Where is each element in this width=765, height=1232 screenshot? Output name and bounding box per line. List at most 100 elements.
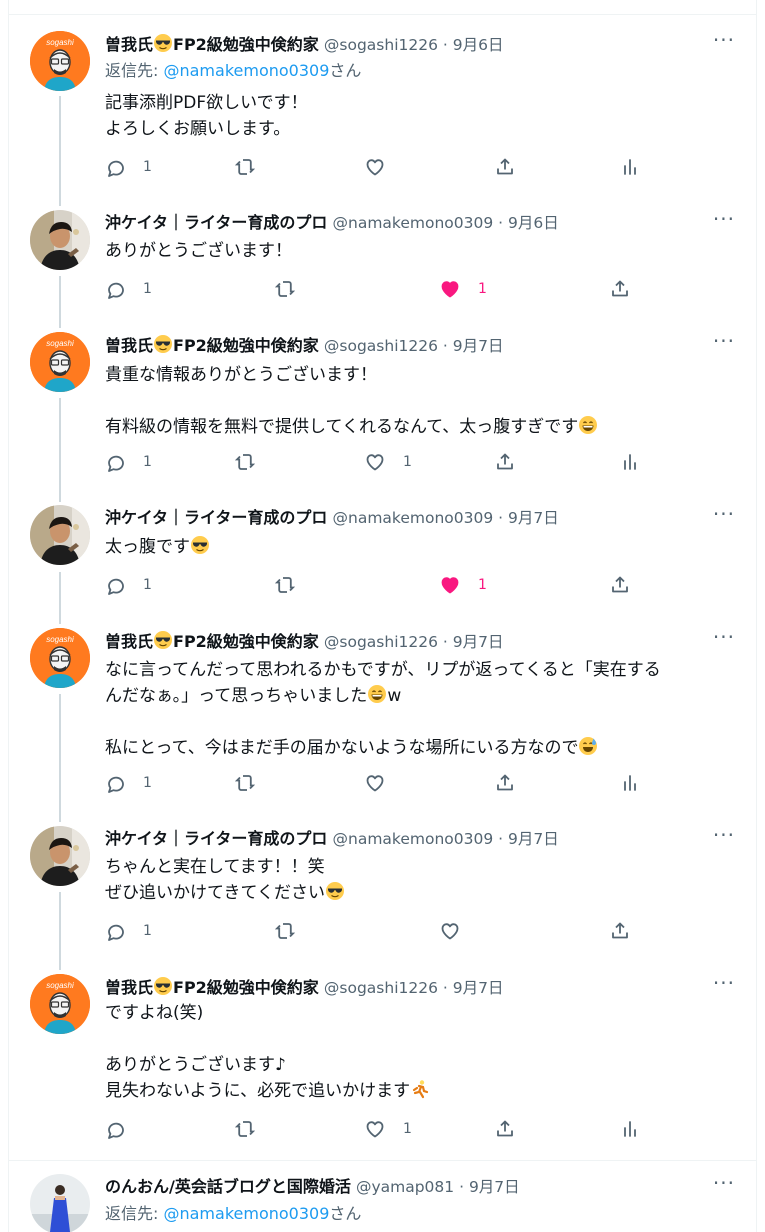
avatar[interactable] — [30, 1174, 90, 1232]
tweet-date[interactable]: 9月6日 — [453, 36, 504, 54]
tweet[interactable]: 沖ケイタ｜ライター育成のプロ @namakemono0309 · 9月7日 ···… — [8, 824, 757, 941]
author-handle[interactable]: @sogashi1226 — [324, 979, 438, 997]
author-handle[interactable]: @sogashi1226 — [324, 337, 438, 355]
like-button[interactable]: 1 — [365, 451, 412, 473]
more-icon[interactable]: ··· — [713, 503, 735, 525]
tweet-date[interactable]: 9月7日 — [508, 509, 559, 527]
avatar-logo-text: sogashi — [46, 981, 74, 990]
more-icon[interactable]: ··· — [713, 208, 735, 230]
tweet-header: 曽我氏 FP2級勉強中倹約家 @sogashi1226 · 9月6日 — [105, 33, 737, 55]
analytics-button[interactable] — [620, 1118, 640, 1140]
reply-to-link[interactable]: @namakemono0309 — [163, 1204, 329, 1223]
analytics-button[interactable] — [620, 451, 640, 473]
avatar[interactable]: sogashi — [30, 974, 90, 1034]
tweet-text-line: ですよね(笑) — [105, 1003, 204, 1023]
like-count: 1 — [403, 454, 412, 470]
reply-button[interactable]: 1 — [105, 772, 152, 794]
analytics-button[interactable] — [620, 156, 640, 178]
more-icon[interactable]: ··· — [713, 29, 735, 51]
reply-button[interactable]: 1 — [105, 920, 152, 942]
tweet-header: 沖ケイタ｜ライター育成のプロ @namakemono0309 · 9月7日 — [105, 828, 737, 850]
separator-dot: · — [437, 36, 453, 54]
retweet-button[interactable] — [275, 574, 295, 596]
reply-button[interactable]: 1 — [105, 156, 152, 178]
tweet-date[interactable]: 9月7日 — [453, 337, 504, 355]
author-handle[interactable]: @namakemono0309 — [333, 830, 494, 848]
avatar[interactable]: sogashi — [30, 332, 90, 392]
author-handle[interactable]: @sogashi1226 — [324, 36, 438, 54]
share-button[interactable] — [610, 278, 630, 300]
avatar[interactable] — [30, 826, 90, 886]
author-handle[interactable]: @namakemono0309 — [333, 214, 494, 232]
tweet-date[interactable]: 9月6日 — [508, 214, 559, 232]
tweet-text-line: 見失わないように、必死で追いかけます — [105, 1078, 737, 1104]
tweet-date[interactable]: 9月7日 — [469, 1178, 520, 1196]
retweet-button[interactable] — [235, 772, 255, 794]
like-button[interactable]: 1 — [440, 574, 487, 596]
tweet[interactable]: 沖ケイタ｜ライター育成のプロ @namakemono0309 · 9月7日 ···… — [8, 503, 757, 607]
reply-count: 1 — [143, 159, 152, 175]
share-button[interactable] — [495, 451, 515, 473]
tweet[interactable]: sogashi 曽我氏 FP2級勉強中倹約家 @sogashi1226 · 9月6日… — [8, 29, 757, 177]
reply-icon — [105, 1119, 125, 1139]
like-button[interactable]: 1 — [440, 278, 487, 300]
share-button[interactable] — [610, 920, 630, 942]
author-name[interactable]: 曽我氏 FP2級勉強中倹約家 — [105, 977, 319, 997]
retweet-button[interactable] — [235, 156, 255, 178]
retweet-button[interactable] — [235, 451, 255, 473]
tweet[interactable]: sogashi 曽我氏 FP2級勉強中倹約家 @sogashi1226 · 9月7日… — [8, 972, 757, 1139]
tweet[interactable]: のんおん/英会話ブログと国際婚活 @yamap081 · 9月7日 ··· 返信先:… — [8, 1172, 757, 1232]
author-handle[interactable]: @yamap081 — [356, 1178, 454, 1196]
author-name[interactable]: 沖ケイタ｜ライター育成のプロ — [105, 508, 327, 527]
reply-button[interactable]: 1 — [105, 451, 152, 473]
avatar[interactable]: sogashi — [30, 31, 90, 91]
reply-button[interactable] — [105, 1118, 125, 1140]
more-icon[interactable]: ··· — [713, 824, 735, 846]
author-name[interactable]: 曽我氏 FP2級勉強中倹約家 — [105, 34, 319, 54]
reply-to-link[interactable]: @namakemono0309 — [163, 61, 329, 80]
tweet[interactable]: sogashi 曽我氏 FP2級勉強中倹約家 @sogashi1226 · 9月7日… — [8, 626, 757, 793]
share-button[interactable] — [610, 574, 630, 596]
share-button[interactable] — [495, 772, 515, 794]
analytics-icon — [620, 773, 640, 793]
like-button[interactable]: 1 — [365, 1118, 412, 1140]
author-name[interactable]: 曽我氏 FP2級勉強中倹約家 — [105, 631, 319, 651]
author-name[interactable]: 沖ケイタ｜ライター育成のプロ — [105, 829, 327, 848]
like-button[interactable] — [365, 772, 385, 794]
tweet-text-line: 太っ腹です — [105, 534, 737, 560]
like-button[interactable] — [365, 156, 385, 178]
author-handle[interactable]: @namakemono0309 — [333, 509, 494, 527]
retweet-button[interactable] — [235, 1118, 255, 1140]
author-name[interactable]: 沖ケイタ｜ライター育成のプロ — [105, 213, 327, 232]
share-button[interactable] — [495, 156, 515, 178]
like-button[interactable] — [440, 920, 460, 942]
more-icon[interactable]: ··· — [713, 626, 735, 648]
avatar[interactable] — [30, 505, 90, 565]
retweet-button[interactable] — [275, 278, 295, 300]
avatar[interactable]: sogashi — [30, 628, 90, 688]
author-handle[interactable]: @sogashi1226 — [324, 633, 438, 651]
analytics-button[interactable] — [620, 772, 640, 794]
tweet[interactable]: 沖ケイタ｜ライター育成のプロ @namakemono0309 · 9月6日 ···… — [8, 208, 757, 312]
reply-count: 1 — [143, 923, 152, 939]
reply-to-label: 返信先: — [105, 1204, 164, 1223]
tweet-text-line: 有料級の情報を無料で提供してくれるなんて、太っ腹すぎです — [105, 414, 737, 440]
avatar[interactable] — [30, 210, 90, 270]
tweet[interactable]: sogashi 曽我氏 FP2級勉強中倹約家 @sogashi1226 · 9月7日… — [8, 330, 757, 472]
reply-to-suffix: さん — [329, 1204, 362, 1223]
reply-button[interactable]: 1 — [105, 278, 152, 300]
tweet-date[interactable]: 9月7日 — [508, 830, 559, 848]
tweet-text-line: 貴重な情報ありがとうございます！ — [105, 365, 377, 385]
tweet-date[interactable]: 9月7日 — [453, 633, 504, 651]
author-name[interactable]: 曽我氏 FP2級勉強中倹約家 — [105, 335, 319, 355]
more-icon[interactable]: ··· — [713, 1172, 735, 1194]
tweet-date[interactable]: 9月7日 — [453, 979, 504, 997]
reply-button[interactable]: 1 — [105, 574, 152, 596]
like-count: 1 — [478, 281, 487, 297]
share-button[interactable] — [495, 1118, 515, 1140]
author-name[interactable]: のんおん/英会話ブログと国際婚活 — [105, 1177, 351, 1196]
retweet-button[interactable] — [275, 920, 295, 942]
more-icon[interactable]: ··· — [713, 972, 735, 994]
more-icon[interactable]: ··· — [713, 330, 735, 352]
separator-dot: · — [493, 509, 508, 527]
